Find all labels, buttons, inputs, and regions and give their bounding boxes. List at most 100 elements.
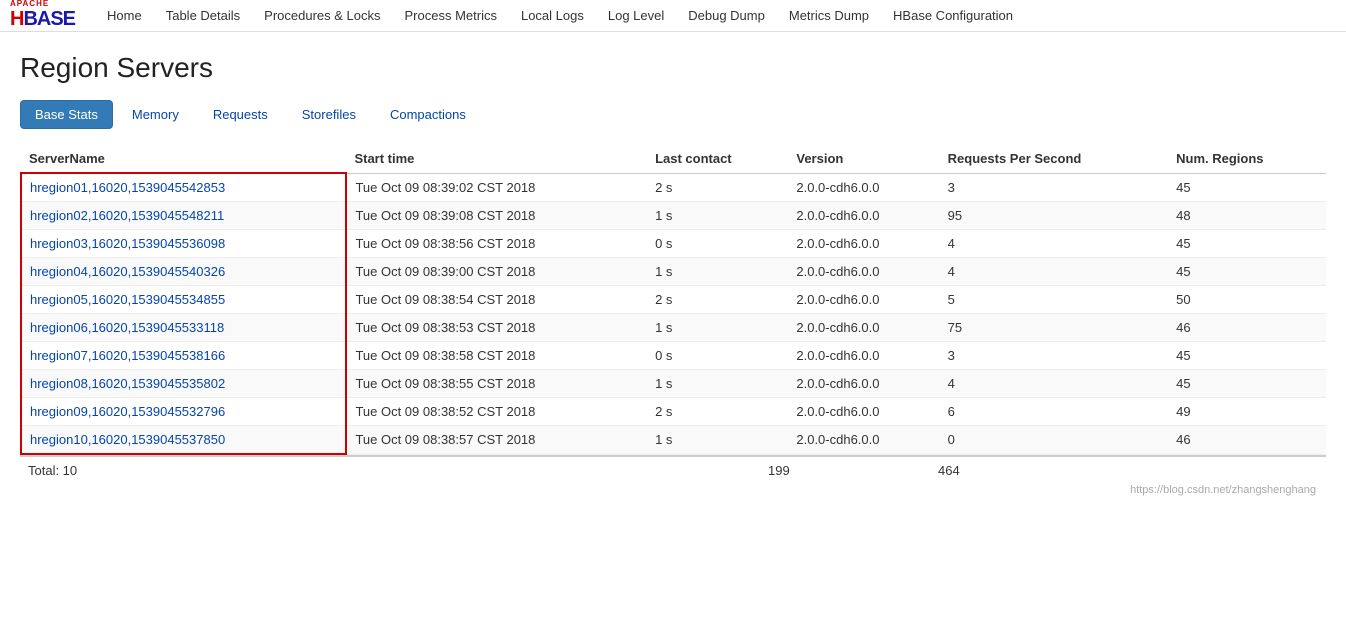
server-link[interactable]: hregion02,16020,1539045548211 xyxy=(30,208,224,223)
regions-cell: 45 xyxy=(1168,230,1326,258)
rps-cell: 6 xyxy=(940,398,1168,426)
version-cell: 2.0.0-cdh6.0.0 xyxy=(788,286,939,314)
server-link[interactable]: hregion09,16020,1539045532796 xyxy=(30,404,225,419)
totals-regions: 464 xyxy=(938,463,1038,478)
totals-bar: Total: 10 199 464 xyxy=(20,455,1326,484)
tab-compactions[interactable]: Compactions xyxy=(375,100,481,129)
log-level-link[interactable]: Log Level xyxy=(596,8,676,23)
start-time-cell: Tue Oct 09 08:39:08 CST 2018 xyxy=(346,202,647,230)
table-row: hregion10,16020,1539045537850Tue Oct 09 … xyxy=(21,426,1326,455)
last-contact-cell: 0 s xyxy=(647,230,788,258)
last-contact-cell: 2 s xyxy=(647,286,788,314)
totals-contact-spacer xyxy=(528,463,638,478)
rps-cell: 75 xyxy=(940,314,1168,342)
table-row: hregion01,16020,1539045542853Tue Oct 09 … xyxy=(21,173,1326,202)
version-cell: 2.0.0-cdh6.0.0 xyxy=(788,173,939,202)
regions-cell: 49 xyxy=(1168,398,1326,426)
server-name-cell: hregion08,16020,1539045535802 xyxy=(21,370,346,398)
watermark: https://blog.csdn.net/zhangshenghang xyxy=(20,484,1326,500)
tab-requests[interactable]: Requests xyxy=(198,100,283,129)
server-name-cell: hregion01,16020,1539045542853 xyxy=(21,173,346,202)
regions-cell: 45 xyxy=(1168,173,1326,202)
table-details-link[interactable]: Table Details xyxy=(154,8,252,23)
regions-cell: 46 xyxy=(1168,426,1326,455)
table-row: hregion06,16020,1539045533118Tue Oct 09 … xyxy=(21,314,1326,342)
rps-cell: 3 xyxy=(940,342,1168,370)
region-servers-table: ServerNameStart timeLast contactVersionR… xyxy=(20,145,1326,455)
version-cell: 2.0.0-cdh6.0.0 xyxy=(788,426,939,455)
start-time-cell: Tue Oct 09 08:39:00 CST 2018 xyxy=(346,258,647,286)
totals-count: Total: 10 xyxy=(28,463,308,478)
version-cell: 2.0.0-cdh6.0.0 xyxy=(788,314,939,342)
server-name-cell: hregion10,16020,1539045537850 xyxy=(21,426,346,455)
rps-cell: 5 xyxy=(940,286,1168,314)
server-link[interactable]: hregion08,16020,1539045535802 xyxy=(30,376,225,391)
table-row: hregion08,16020,1539045535802 Tue Oct 09 … xyxy=(21,370,1326,398)
rps-cell: 3 xyxy=(940,173,1168,202)
hbase-config-link[interactable]: HBase Configuration xyxy=(881,8,1025,23)
version-cell: 2.0.0-cdh6.0.0 xyxy=(788,258,939,286)
server-link[interactable]: hregion06,16020,1539045533118 xyxy=(30,320,224,335)
table-row: hregion02,16020,1539045548211 Tue Oct 09 … xyxy=(21,202,1326,230)
process-metrics-link[interactable]: Process Metrics xyxy=(393,8,509,23)
tab-memory[interactable]: Memory xyxy=(117,100,194,129)
last-contact-cell: 2 s xyxy=(647,398,788,426)
regions-cell: 48 xyxy=(1168,202,1326,230)
apache-text: APACHE xyxy=(10,0,75,8)
server-link[interactable]: hregion01,16020,1539045542853 xyxy=(30,180,225,195)
local-logs-link[interactable]: Local Logs xyxy=(509,8,596,23)
version-cell: 2.0.0-cdh6.0.0 xyxy=(788,230,939,258)
server-name-cell: hregion05,16020,1539045534855 xyxy=(21,286,346,314)
metrics-dump-link[interactable]: Metrics Dump xyxy=(777,8,881,23)
nav-links: HomeTable DetailsProcedures & LocksProce… xyxy=(95,0,1025,32)
regions-cell: 45 xyxy=(1168,342,1326,370)
server-link[interactable]: hregion10,16020,1539045537850 xyxy=(30,432,225,447)
col-version: Version xyxy=(788,145,939,173)
tab-base-stats[interactable]: Base Stats xyxy=(20,100,113,129)
table-row: hregion07,16020,1539045538166 Tue Oct 09 … xyxy=(21,342,1326,370)
tab-storefiles[interactable]: Storefiles xyxy=(287,100,371,129)
start-time-cell: Tue Oct 09 08:38:56 CST 2018 xyxy=(346,230,647,258)
version-cell: 2.0.0-cdh6.0.0 xyxy=(788,202,939,230)
server-link[interactable]: hregion05,16020,1539045534855 xyxy=(30,292,225,307)
regions-cell: 46 xyxy=(1168,314,1326,342)
last-contact-cell: 0 s xyxy=(647,342,788,370)
procedures-locks-link[interactable]: Procedures & Locks xyxy=(252,8,392,23)
start-time-cell: Tue Oct 09 08:38:52 CST 2018 xyxy=(346,398,647,426)
version-cell: 2.0.0-cdh6.0.0 xyxy=(788,398,939,426)
table-body: hregion01,16020,1539045542853 Tue Oct 09 … xyxy=(21,173,1326,454)
rps-cell: 0 xyxy=(940,426,1168,455)
logo: APACHE HBASE xyxy=(10,0,75,31)
regions-cell: 45 xyxy=(1168,370,1326,398)
hbase-text: HBASE xyxy=(10,8,75,31)
debug-dump-link[interactable]: Debug Dump xyxy=(676,8,777,23)
start-time-cell: Tue Oct 09 08:38:54 CST 2018 xyxy=(346,286,647,314)
totals-rps: 199 xyxy=(768,463,938,478)
last-contact-cell: 1 s xyxy=(647,370,788,398)
table-header: ServerNameStart timeLast contactVersionR… xyxy=(21,145,1326,173)
rps-cell: 95 xyxy=(940,202,1168,230)
tab-bar: Base StatsMemoryRequestsStorefilesCompac… xyxy=(20,100,1326,129)
totals-version-spacer xyxy=(638,463,768,478)
last-contact-cell: 1 s xyxy=(647,258,788,286)
regions-cell: 50 xyxy=(1168,286,1326,314)
col-last-contact: Last contact xyxy=(647,145,788,173)
table-row: hregion03,16020,1539045536098 Tue Oct 09 … xyxy=(21,230,1326,258)
page-title: Region Servers xyxy=(20,52,1326,84)
table-row: hregion04,16020,1539045540326 Tue Oct 09 … xyxy=(21,258,1326,286)
version-cell: 2.0.0-cdh6.0.0 xyxy=(788,370,939,398)
start-time-cell: Tue Oct 09 08:38:58 CST 2018 xyxy=(346,342,647,370)
regions-cell: 45 xyxy=(1168,258,1326,286)
server-link[interactable]: hregion04,16020,1539045540326 xyxy=(30,264,225,279)
server-name-cell: hregion02,16020,1539045548211 xyxy=(21,202,346,230)
home-link[interactable]: Home xyxy=(95,8,154,23)
rps-cell: 4 xyxy=(940,370,1168,398)
last-contact-cell: 1 s xyxy=(647,314,788,342)
server-link[interactable]: hregion07,16020,1539045538166 xyxy=(30,348,225,363)
start-time-cell: Tue Oct 09 08:38:55 CST 2018 xyxy=(346,370,647,398)
col-num-regions: Num. Regions xyxy=(1168,145,1326,173)
server-name-cell: hregion03,16020,1539045536098 xyxy=(21,230,346,258)
table-row: hregion05,16020,1539045534855 Tue Oct 09 … xyxy=(21,286,1326,314)
server-name-cell: hregion09,16020,1539045532796 xyxy=(21,398,346,426)
server-link[interactable]: hregion03,16020,1539045536098 xyxy=(30,236,225,251)
